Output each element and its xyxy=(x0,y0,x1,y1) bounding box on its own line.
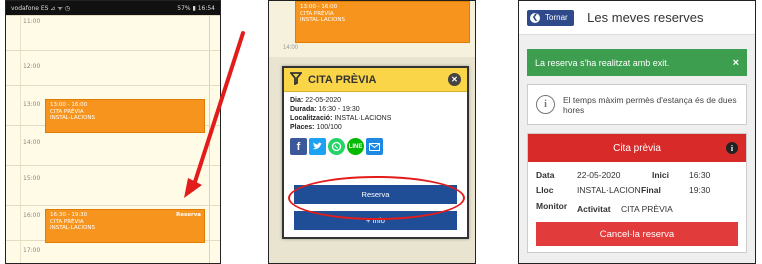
date-value: 22-05-2020 xyxy=(305,97,341,104)
hour-label: 15:00 xyxy=(23,175,41,182)
event-place: INSTAL·LACIONS xyxy=(300,17,345,23)
filter-icon xyxy=(289,71,303,88)
hour-label: 14:00 xyxy=(23,139,41,146)
close-icon[interactable]: ✕ xyxy=(448,73,461,86)
event-place: INSTAL·LACIONS xyxy=(50,225,95,231)
status-right: 57% ▮ 16:54 xyxy=(177,4,215,12)
place-value: INSTAL·LACION xyxy=(577,185,641,195)
calendar-screen: vodafone ES ⊿ ᯤ ◷ 57% ▮ 16:54 11:00 12:0… xyxy=(5,0,221,264)
modal-header: CITA PRÈVIA ✕ xyxy=(284,68,467,92)
whatsapp-icon[interactable] xyxy=(328,138,345,155)
calendar-event[interactable]: 13:00 - 16:00 CITA PRÈVIA INSTAL·LACIONS xyxy=(295,1,470,43)
card-header: Cita prèvia i xyxy=(528,134,746,162)
facebook-icon[interactable]: f xyxy=(290,138,307,155)
place-label: Lloc xyxy=(536,185,554,195)
hour-label: 17:00 xyxy=(23,247,41,254)
hour-label: 11:00 xyxy=(23,18,41,25)
duration-value: 16:30 - 19:30 xyxy=(318,106,360,113)
reservation-card: Cita prèvia i Data 22-05-2020 Inici 16:3… xyxy=(527,133,747,253)
end-value: 19:30 xyxy=(689,185,711,195)
hour-label: 13:00 xyxy=(23,101,41,108)
back-chevron-icon: ❮ xyxy=(530,12,540,23)
status-bar: vodafone ES ⊿ ᯤ ◷ 57% ▮ 16:54 xyxy=(6,1,220,15)
back-label: Tornar xyxy=(545,13,568,22)
activity-label: Activitat xyxy=(577,204,611,214)
hour-label: 16:00 xyxy=(23,212,41,219)
places-label: Places: xyxy=(290,124,315,131)
alert-close-icon[interactable]: × xyxy=(733,57,739,69)
reserve-link[interactable]: Reserva xyxy=(176,212,201,219)
info-icon: i xyxy=(536,95,555,114)
status-left: vodafone ES ⊿ ᯤ ◷ xyxy=(11,5,70,12)
alert-text: La reserva s'ha realitzat amb exit. xyxy=(535,57,670,68)
info-text: El temps màxim permès d'estança és de du… xyxy=(563,94,737,115)
my-reservations-screen: ❮ Tornar Les meves reserves La reserva s… xyxy=(518,0,756,264)
line-icon[interactable]: LINE xyxy=(347,138,364,155)
event-detail-screen: 13:00 - 16:00 CITA PRÈVIA INSTAL·LACIONS… xyxy=(268,0,476,264)
hour-line xyxy=(6,85,220,86)
location-value: INSTAL·LACIONS xyxy=(334,115,392,122)
event-place: INSTAL·LACIONS xyxy=(50,115,95,121)
duration-label: Durada: xyxy=(290,106,317,113)
page-title: Les meves reserves xyxy=(587,10,704,25)
hour-line xyxy=(6,205,220,206)
back-button[interactable]: ❮ Tornar xyxy=(527,9,574,26)
start-value: 16:30 xyxy=(689,170,711,180)
share-buttons: f LINE xyxy=(284,138,467,155)
hour-line xyxy=(6,50,220,51)
location-label: Localització: xyxy=(290,115,333,122)
top-bar: ❮ Tornar Les meves reserves xyxy=(519,1,755,35)
card-title: Cita prèvia xyxy=(613,142,661,154)
day-calendar[interactable]: 11:00 12:00 13:00 14:00 15:00 16:00 17:0… xyxy=(6,15,220,263)
cancel-reservation-button[interactable]: Cancel·la reserva xyxy=(536,222,738,246)
event-details: Dia: 22-05-2020 Durada: 16:30 - 19:30 Lo… xyxy=(284,92,467,136)
modal-title: CITA PRÈVIA xyxy=(308,73,377,86)
calendar-event[interactable]: 13:00 - 16:00 CITA PRÈVIA INSTAL·LACIONS xyxy=(45,99,205,133)
places-value: 100/100 xyxy=(316,124,342,131)
twitter-icon[interactable] xyxy=(309,138,326,155)
start-label: Inici xyxy=(652,170,670,180)
info-notice: i El temps màxim permès d'estança és de … xyxy=(527,84,747,125)
highlight-ellipse xyxy=(288,176,465,220)
email-icon[interactable] xyxy=(366,138,383,155)
hour-label: 14:00 xyxy=(283,45,299,51)
end-label: Final xyxy=(641,185,661,195)
date-value: 22-05-2020 xyxy=(577,170,621,180)
hour-line xyxy=(6,15,220,16)
date-label: Dia: xyxy=(290,97,304,104)
monitor-label: Monitor xyxy=(536,201,568,211)
hour-line xyxy=(6,165,220,166)
activity-value: CITA PRÈVIA xyxy=(621,204,673,214)
hour-label: 12:00 xyxy=(23,63,41,70)
success-alert: La reserva s'ha realitzat amb exit. × xyxy=(527,49,747,76)
date-label: Data xyxy=(536,170,555,180)
calendar-event-reservable[interactable]: 16:30 - 19:30 CITA PRÈVIA INSTAL·LACIONS… xyxy=(45,209,205,243)
info-icon[interactable]: i xyxy=(726,142,738,154)
